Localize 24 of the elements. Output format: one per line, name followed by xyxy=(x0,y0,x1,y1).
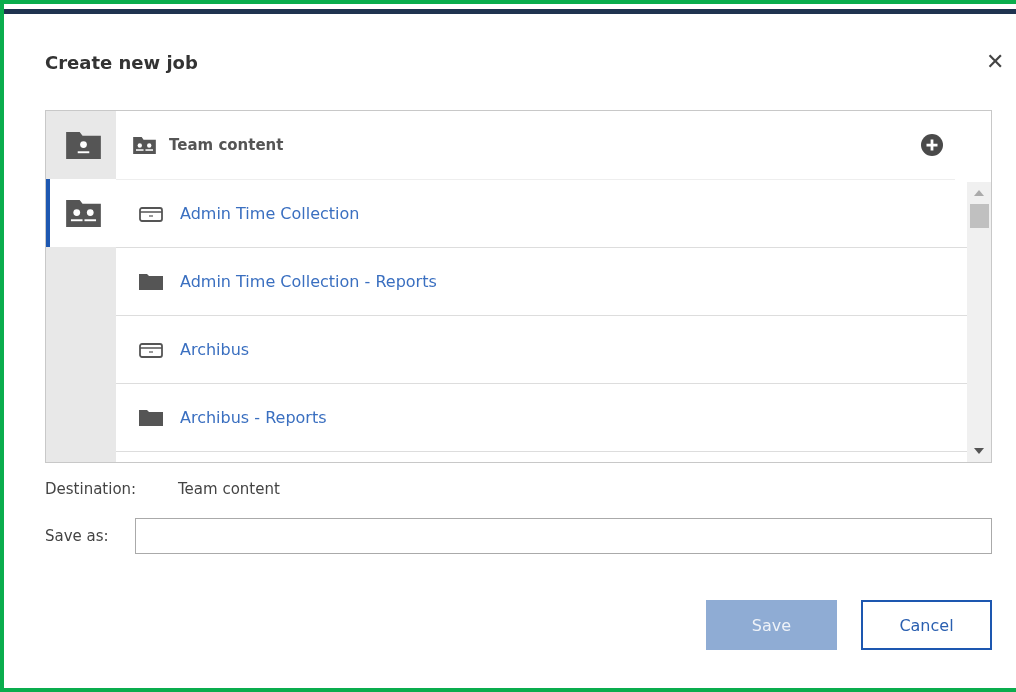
team-folder-icon xyxy=(65,199,101,227)
list-item[interactable]: Archibus xyxy=(116,316,967,384)
folder-header: Team content xyxy=(169,136,284,154)
folder-icon xyxy=(139,409,163,426)
dialog-title: Create new job xyxy=(45,51,198,73)
list-item[interactable]: Admin Time Collection xyxy=(116,180,967,248)
scrollbar[interactable] xyxy=(967,182,991,462)
package-icon xyxy=(139,205,163,222)
person-folder-icon xyxy=(65,131,101,159)
save-as-field[interactable] xyxy=(135,518,992,554)
cancel-button[interactable]: Cancel xyxy=(861,600,992,650)
scroll-thumb[interactable] xyxy=(969,204,989,228)
add-icon[interactable] xyxy=(921,134,943,156)
destination-value: Team content xyxy=(178,480,280,498)
team-content-tab[interactable] xyxy=(46,179,116,247)
folder-icon xyxy=(139,273,163,290)
team-folder-icon xyxy=(133,136,156,154)
package-icon xyxy=(139,341,163,358)
list-item[interactable]: Archibus - Reports xyxy=(116,384,967,452)
scroll-down-icon[interactable] xyxy=(974,448,984,454)
destination-label: Destination: xyxy=(45,480,138,498)
list-item[interactable]: Admin Time Collection - Reports xyxy=(116,248,967,316)
close-button[interactable]: ✕ xyxy=(986,49,1004,75)
save-as-label: Save as: xyxy=(45,527,110,545)
